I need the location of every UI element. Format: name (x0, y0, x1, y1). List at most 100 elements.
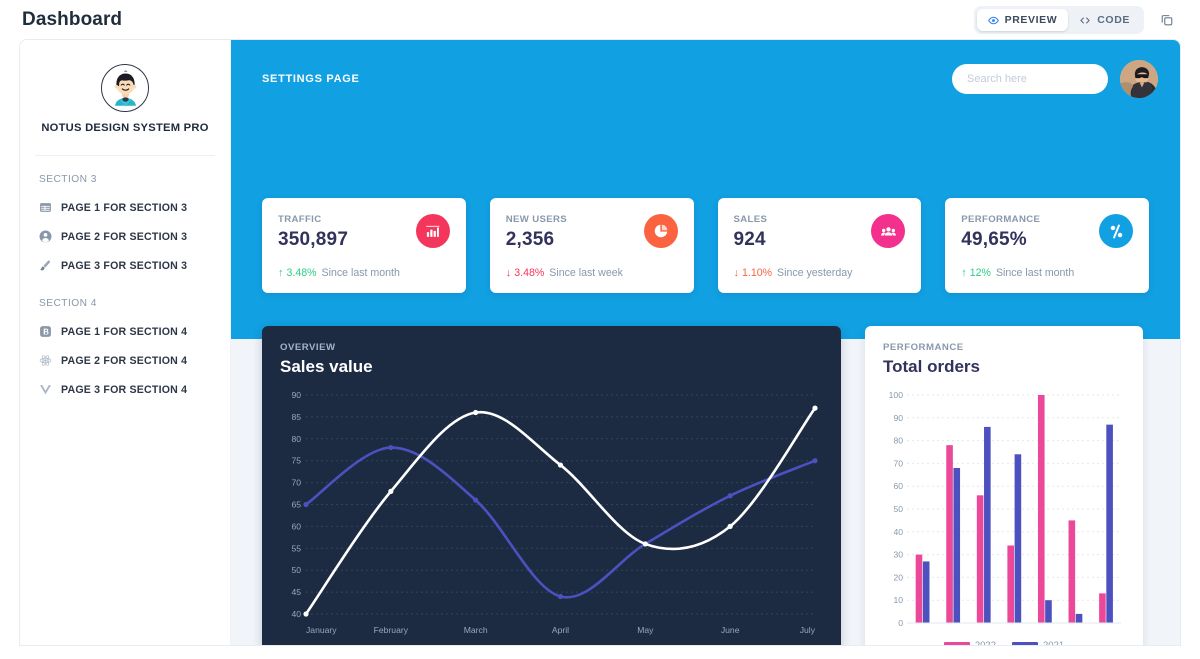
sidebar-brand[interactable]: NOTUS DESIGN SYSTEM PRO (35, 56, 215, 134)
chart-eyebrow: PERFORMANCE (883, 342, 964, 353)
stat-card-performance: PERFORMANCE 49,65% ↑ 12% Since last mont… (945, 198, 1149, 293)
charts-row: OVERVIEW Sales value 90 85 80 75 70 65 60 55 50 4… (262, 326, 1143, 645)
svg-text:40: 40 (893, 527, 903, 537)
stat-delta: ↓ 1.10% (734, 267, 773, 279)
sidebar-item-page-2-for-section-3[interactable]: PAGE 2 FOR SECTION 3 (35, 222, 215, 251)
stat-delta-value: 3.48% (286, 267, 317, 279)
svg-text:60: 60 (893, 481, 903, 491)
stat-label: NEW USERS (505, 214, 568, 225)
svg-text:May: May (637, 625, 654, 635)
stat-value: 49,65% (961, 229, 1027, 250)
bar-chart-svg: 1009080706050403020100 (889, 390, 1121, 628)
svg-text:April: April (552, 625, 569, 635)
chart-title: Sales value (280, 357, 373, 376)
copy-icon[interactable] (1154, 9, 1180, 31)
svg-text:January: January (306, 625, 337, 635)
stat-delta-value: 3.48% (514, 267, 545, 279)
stat-label: PERFORMANCE (961, 214, 1041, 225)
brand-name: NOTUS DESIGN SYSTEM PRO (41, 122, 209, 134)
code-tab-label: CODE (1097, 14, 1130, 26)
stat-value: 2,356 (505, 229, 555, 250)
percent-icon (1099, 214, 1133, 248)
svg-text:70: 70 (893, 458, 903, 468)
chart-pie-icon (643, 214, 678, 248)
stat-footer: ↑ 3.48% Since last month (278, 267, 450, 279)
table-icon (39, 201, 52, 214)
stat-cards-row: TRAFFIC 350,897 ↑ 3.48% Since last month… (262, 198, 1149, 293)
stat-value: 350,897 (278, 229, 349, 250)
sidebar-item-page-1-for-section-3[interactable]: PAGE 1 FOR SECTION 3 (35, 193, 215, 222)
users-icon (871, 214, 906, 248)
sidebar-item-page-2-for-section-4[interactable]: PAGE 2 FOR SECTION 4 (35, 346, 215, 375)
svg-text:85: 85 (291, 412, 301, 422)
preview-tab[interactable]: PREVIEW (976, 9, 1069, 31)
brand-avatar-icon (101, 64, 149, 112)
topbar-actions: PREVIEW CODE (973, 6, 1180, 34)
arrow-down-icon: ↓ (733, 266, 740, 279)
svg-text:10: 10 (893, 595, 903, 605)
svg-text:March: March (464, 625, 488, 635)
search-input[interactable] (952, 64, 1108, 94)
svg-text:0: 0 (898, 618, 903, 628)
user-avatar[interactable] (1120, 60, 1158, 98)
svg-text:80: 80 (291, 434, 301, 444)
hero-banner: SETTINGS PAGE (231, 40, 1180, 339)
svg-text:40: 40 (291, 609, 301, 619)
eye-icon (987, 15, 999, 26)
svg-text:February: February (374, 625, 409, 635)
stat-delta-value: 12% (969, 267, 991, 279)
sidebar-item-label: PAGE 3 FOR SECTION 3 (61, 259, 188, 272)
stat-footer: ↓ 3.48% Since last week (506, 267, 678, 279)
stat-card-sales: SALES 924 ↓ 1.10% Since yesterday (717, 198, 922, 293)
stat-footer: ↑ 12% Since last month (961, 267, 1133, 279)
stat-delta-value: 1.10% (742, 267, 773, 279)
svg-text:50: 50 (291, 565, 301, 575)
svg-text:30: 30 (893, 550, 903, 560)
arrow-up-icon: ↑ (278, 266, 284, 279)
svg-text:90: 90 (893, 413, 903, 423)
code-icon (1079, 15, 1091, 26)
vue-icon (39, 383, 52, 396)
svg-text:100: 100 (889, 390, 904, 400)
stat-period: Since last month (321, 267, 400, 279)
svg-text:55: 55 (291, 543, 301, 553)
sidebar-group-title-section-3: SECTION 3 (39, 174, 97, 185)
stat-period: Since yesterday (777, 267, 853, 279)
user-circle-icon (39, 230, 52, 243)
sidebar-divider (35, 155, 215, 156)
bar-chart-plot: 100 90 80 70 60 50 40 30 20 10 0 (883, 389, 1125, 645)
svg-text:80: 80 (893, 436, 903, 446)
arrow-up-icon: ↑ (961, 266, 967, 279)
sidebar-item-page-1-for-section-4[interactable]: PAGE 1 FOR SECTION 4 (35, 317, 215, 346)
code-tab[interactable]: CODE (1068, 9, 1141, 31)
stat-delta: ↑ 12% (961, 267, 991, 279)
top-bar: Dashboard PREVIEW CODE (0, 0, 1200, 40)
svg-text:20: 20 (893, 572, 903, 582)
sidebar-item-label: PAGE 2 FOR SECTION 3 (61, 230, 188, 243)
svg-text:60: 60 (291, 521, 301, 531)
app-frame: NOTUS DESIGN SYSTEM PRO SECTION 3 PAGE 1… (20, 40, 1180, 645)
chart-bar-icon (415, 214, 450, 248)
stat-period: Since last week (549, 267, 623, 279)
sidebar-item-page-3-for-section-3[interactable]: PAGE 3 FOR SECTION 3 (35, 251, 215, 280)
hero-top-bar: SETTINGS PAGE (231, 40, 1180, 98)
stat-card-traffic: TRAFFIC 350,897 ↑ 3.48% Since last month (262, 198, 466, 293)
sidebar-item-page-3-for-section-4[interactable]: PAGE 3 FOR SECTION 4 (35, 375, 215, 404)
svg-text:July: July (800, 625, 816, 635)
sidebar-item-label: PAGE 2 FOR SECTION 4 (61, 354, 188, 367)
stat-value: 924 (733, 229, 766, 250)
line-chart-plot: 90 85 80 75 70 65 60 55 50 45 40 January February Mar… (280, 389, 823, 645)
view-mode-toggle-group: PREVIEW CODE (973, 6, 1144, 34)
main-content: SETTINGS PAGE Search here TRAFFIC 350,89… (231, 40, 1180, 645)
svg-text:June: June (721, 625, 740, 635)
bootstrap-icon (39, 325, 52, 338)
sidebar: NOTUS DESIGN SYSTEM PRO SECTION 3 PAGE 1… (20, 40, 231, 645)
stat-delta: ↑ 3.48% (278, 267, 317, 279)
svg-text:90: 90 (291, 390, 301, 400)
svg-text:50: 50 (893, 504, 903, 514)
stat-label: SALES (733, 214, 768, 225)
line-chart-svg: 90 85 80 75 70 65 60 55 50 45 40 January February Mar… (291, 390, 818, 635)
sidebar-item-label: PAGE 1 FOR SECTION 3 (61, 201, 188, 214)
preview-tab-label: PREVIEW (1004, 14, 1058, 26)
stat-label: TRAFFIC (278, 214, 322, 225)
